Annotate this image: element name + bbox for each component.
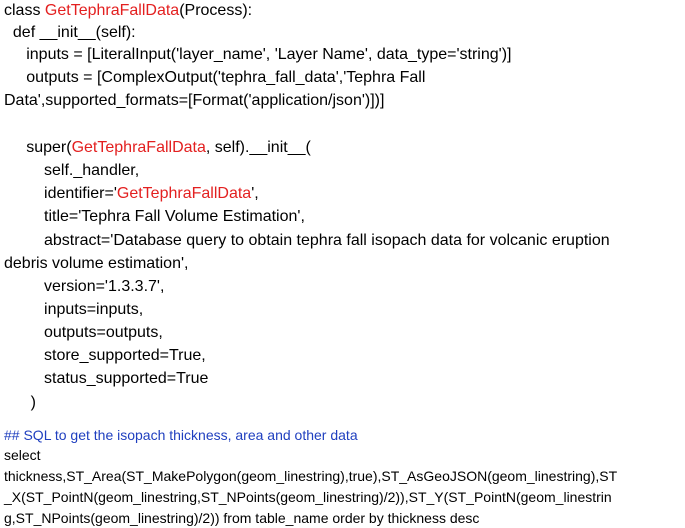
code-line-outputs: outputs = [ComplexOutput('tephra_fall_da… xyxy=(4,69,426,86)
identifier-key: identifier=' xyxy=(4,185,117,202)
code-line-outputs-arg: outputs=outputs, xyxy=(4,324,163,341)
code-line-version: version='1.3.3.7', xyxy=(4,278,165,295)
sql-line-fields: thickness,ST_Area(ST_MakePolygon(geom_li… xyxy=(4,468,618,484)
code-line-status: status_supported=True xyxy=(4,370,209,387)
identifier-value: GetTephraFallData xyxy=(116,185,252,202)
code-line-title: title='Tephra Fall Volume Estimation', xyxy=(4,208,305,225)
sql-line-from: g,ST_NPoints(geom_linestring)/2)) from t… xyxy=(4,510,480,526)
sql-line-select: select xyxy=(4,447,41,463)
code-line-identifier: identifier='GetTephraFallData', xyxy=(4,183,259,205)
code-line-abstract-cont: debris volume estimation', xyxy=(4,255,189,272)
sql-line-fields-cont: _X(ST_PointN(geom_linestring,ST_NPoints(… xyxy=(4,489,612,505)
code-line-super: super(GetTephraFallData, self).__init__( xyxy=(4,137,311,159)
code-line-def: def __init__(self): xyxy=(4,24,136,41)
class-base: (Process): xyxy=(179,2,253,19)
sql-comment: ## SQL to get the isopach thickness, are… xyxy=(4,427,358,443)
super-init: , self).__init__( xyxy=(205,139,311,156)
super-class-name: GetTephraFallData xyxy=(71,139,206,156)
code-line-abstract: abstract='Database query to obtain tephr… xyxy=(4,232,610,249)
code-line-handler: self._handler, xyxy=(4,162,140,179)
super-call: super( xyxy=(4,139,72,156)
code-line-outputs-cont: Data',supported_formats=[Format('applica… xyxy=(4,92,385,109)
code-line-store: store_supported=True, xyxy=(4,347,206,364)
code-line-class: class GetTephraFallData(Process): xyxy=(4,0,252,22)
identifier-end: ', xyxy=(251,185,259,202)
code-line-inputs: inputs = [LiteralInput('layer_name', 'La… xyxy=(4,46,512,63)
class-name: GetTephraFallData xyxy=(44,2,180,19)
code-line-inputs-arg: inputs=inputs, xyxy=(4,301,144,318)
code-line-close-paren: ) xyxy=(4,394,36,411)
class-keyword: class xyxy=(4,2,45,19)
